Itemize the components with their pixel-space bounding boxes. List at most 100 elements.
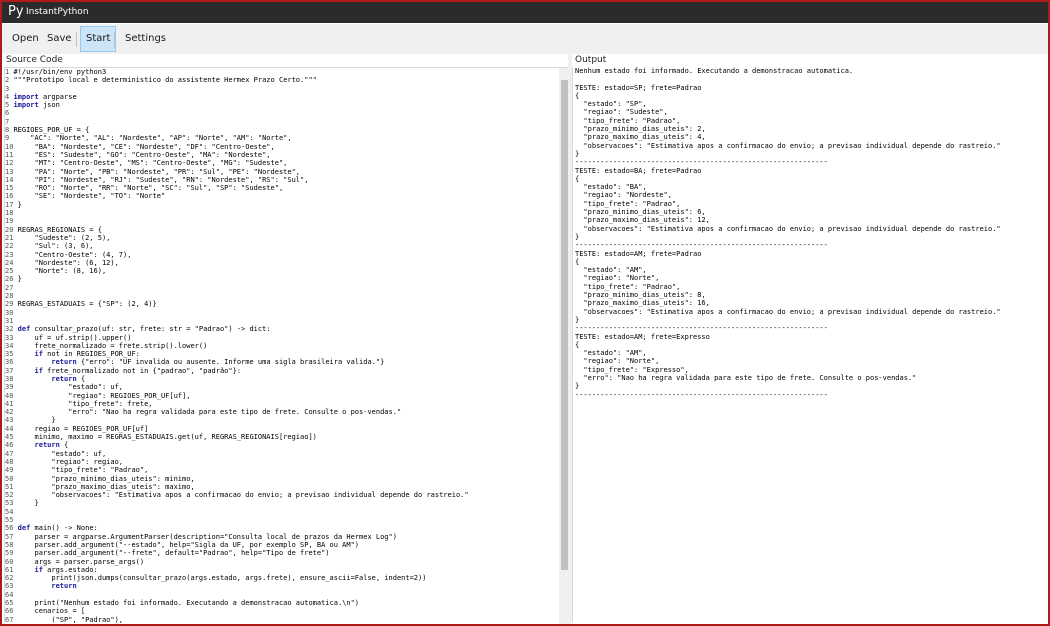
code-line: 50 "prazo_minimo_dias_uteis": minimo, [5,475,557,483]
code-line-text: "MT": "Centro-Oeste", "MS": "Centro-Oest… [17,159,288,168]
keyword: if [34,366,43,375]
code-line-text: return [18,582,76,590]
line-number: 8 [5,126,10,135]
code-line: 54 [5,508,557,516]
line-number: 53 [5,499,14,508]
line-number: 9 [5,134,10,143]
output-line: { [575,91,580,100]
output-line: "tipo_frete": "Padrao", [575,116,681,125]
line-number: 47 [5,449,14,458]
code-line-text: "tipo_frete": "Padrao", [17,466,149,475]
line-number: 34 [5,341,14,350]
line-number: 52 [5,491,14,500]
keyword: def [17,325,31,334]
code-line-text: return { [51,374,86,383]
keyword: import [13,101,39,110]
line-number: 45 [5,433,14,442]
line-number: 36 [5,358,14,367]
code-line: 41 "tipo_frete": frete, [5,400,557,408]
output-line: "regiao": "Norte", [575,357,660,366]
code-line-text: regiao = REGIOES_POR_UF[uf] [17,424,149,433]
code-line: 15 "RO": "Norte", "RR": "Norte", "SC": "… [5,184,557,192]
code-line-text: "regiao": REGIOES_POR_UF[uf], [17,391,191,400]
line-number: 30 [5,308,14,317]
code-text[interactable]: 1 #!/usr/bin/env python3 2 """Prototipo l… [5,68,557,625]
code-line-text: "SE": "Nordeste", "TO": "Norte" [17,192,166,201]
code-line-text: REGIOES_POR_UF = { [13,126,90,135]
line-number: 2 [5,76,10,85]
code-line-text: "Sudeste": (2, 5), [17,233,111,242]
keyword: def [17,524,31,533]
output-line: "regiao": "Sudeste", [575,108,668,117]
code-line: 45 minimo, maximo = REGRAS_ESTADUAIS.get… [5,433,557,441]
open-button[interactable]: Open [7,26,44,52]
code-line: 21 "Sudeste": (2, 5), [5,234,557,242]
output-line: TESTE: estado=AM; frete=Padrao [575,249,702,258]
code-line-text: def consultar_prazo(uf: str, frete: str … [17,325,271,334]
output-line: "prazo_minimo_dias_uteis": 2, [575,125,706,134]
line-number: 35 [5,350,14,359]
code-line: 32 def consultar_prazo(uf: str, frete: s… [5,325,557,333]
save-button[interactable]: Save [42,26,77,52]
code-line: 6 [5,109,557,117]
code-line: 42 "erro": "Nao ha regra validada para e… [5,408,557,416]
line-number: 25 [5,267,14,276]
output-line: } [575,149,580,158]
code-line: 14 "PI": "Nordeste", "RJ": "Sudeste", "R… [5,176,557,184]
output-line: "prazo_maximo_dias_uteis": 12, [575,216,710,225]
code-line: 38 return { [5,375,557,383]
code-line: 9 "AC": "Norte", "AL": "Nordeste", "AP":… [5,134,557,142]
line-number: 55 [5,516,14,525]
output-line: ----------------------------------------… [575,241,828,250]
code-line: 8 REGIOES_POR_UF = { [5,126,557,134]
output-line: "prazo_minimo_dias_uteis": 8, [575,291,706,300]
line-number: 44 [5,424,14,433]
start-button[interactable]: Start [80,26,117,52]
output-line: { [575,174,580,183]
line-number: 27 [5,283,14,292]
output-line: "estado": "SP", [575,100,647,109]
code-line-text: ("BA", "Padrao"), [18,624,123,625]
code-line-text: "estado": uf, [17,383,124,392]
code-line-text: "regiao": regiao, [17,457,124,466]
code-line-text: REGRAS_REGIONAIS = { [17,225,102,234]
code-line-text: "Centro-Oeste": (4, 7), [17,250,132,259]
code-line: 34 frete_normalizado = frete.strip().low… [5,342,557,350]
code-line-text: "estado": uf, [17,449,107,458]
line-number: 12 [5,159,14,168]
code-line: 35 if not in REGIOES_POR_UF: [5,350,557,358]
source-code-editor[interactable]: 1 #!/usr/bin/env python3 2 """Prototipo l… [4,67,572,625]
output-line: "regiao": "Nordeste", [575,191,672,200]
code-line-text: "Sul": (3, 6), [17,242,94,251]
output-line: ----------------------------------------… [575,158,828,167]
code-line: 44 regiao = REGIOES_POR_UF[uf] [5,425,557,433]
code-line-text: } [17,275,22,284]
line-number: 59 [5,549,14,558]
line-number: 63 [5,582,14,591]
line-number: 49 [5,466,14,475]
output-line: "estado": "BA", [575,183,647,192]
keyword: return [34,441,60,450]
line-number: 46 [5,441,14,450]
output-console[interactable]: Nenhum estado foi informado. Executando … [572,67,1048,623]
line-number: 1 [5,68,10,76]
keyword: if [34,350,43,359]
line-number: 41 [5,399,14,408]
line-number: 60 [5,557,14,566]
line-number: 40 [5,391,14,400]
code-line: 62 print(json.dumps(consultar_prazo(args… [5,574,557,582]
code-line: 68 ("BA", "Padrao"), [5,624,557,625]
settings-button[interactable]: Settings [120,26,171,52]
output-header: Output [575,55,607,65]
app-window: Py InstantPython Open Save Start Setting… [0,0,1050,626]
code-line: 46 return { [5,441,557,449]
line-number: 21 [5,233,14,242]
code-line-text: "tipo_frete": frete, [17,399,153,408]
code-line: 64 [5,591,557,599]
code-line: 7 [5,118,557,126]
code-line-text: "BA": "Nordeste", "CE": "Nordeste", "DF"… [17,142,275,151]
code-line: 28 [5,292,557,300]
line-number: 37 [5,366,14,375]
code-line-text: if not in REGIOES_POR_UF: [34,350,140,359]
line-number: 11 [5,150,14,159]
